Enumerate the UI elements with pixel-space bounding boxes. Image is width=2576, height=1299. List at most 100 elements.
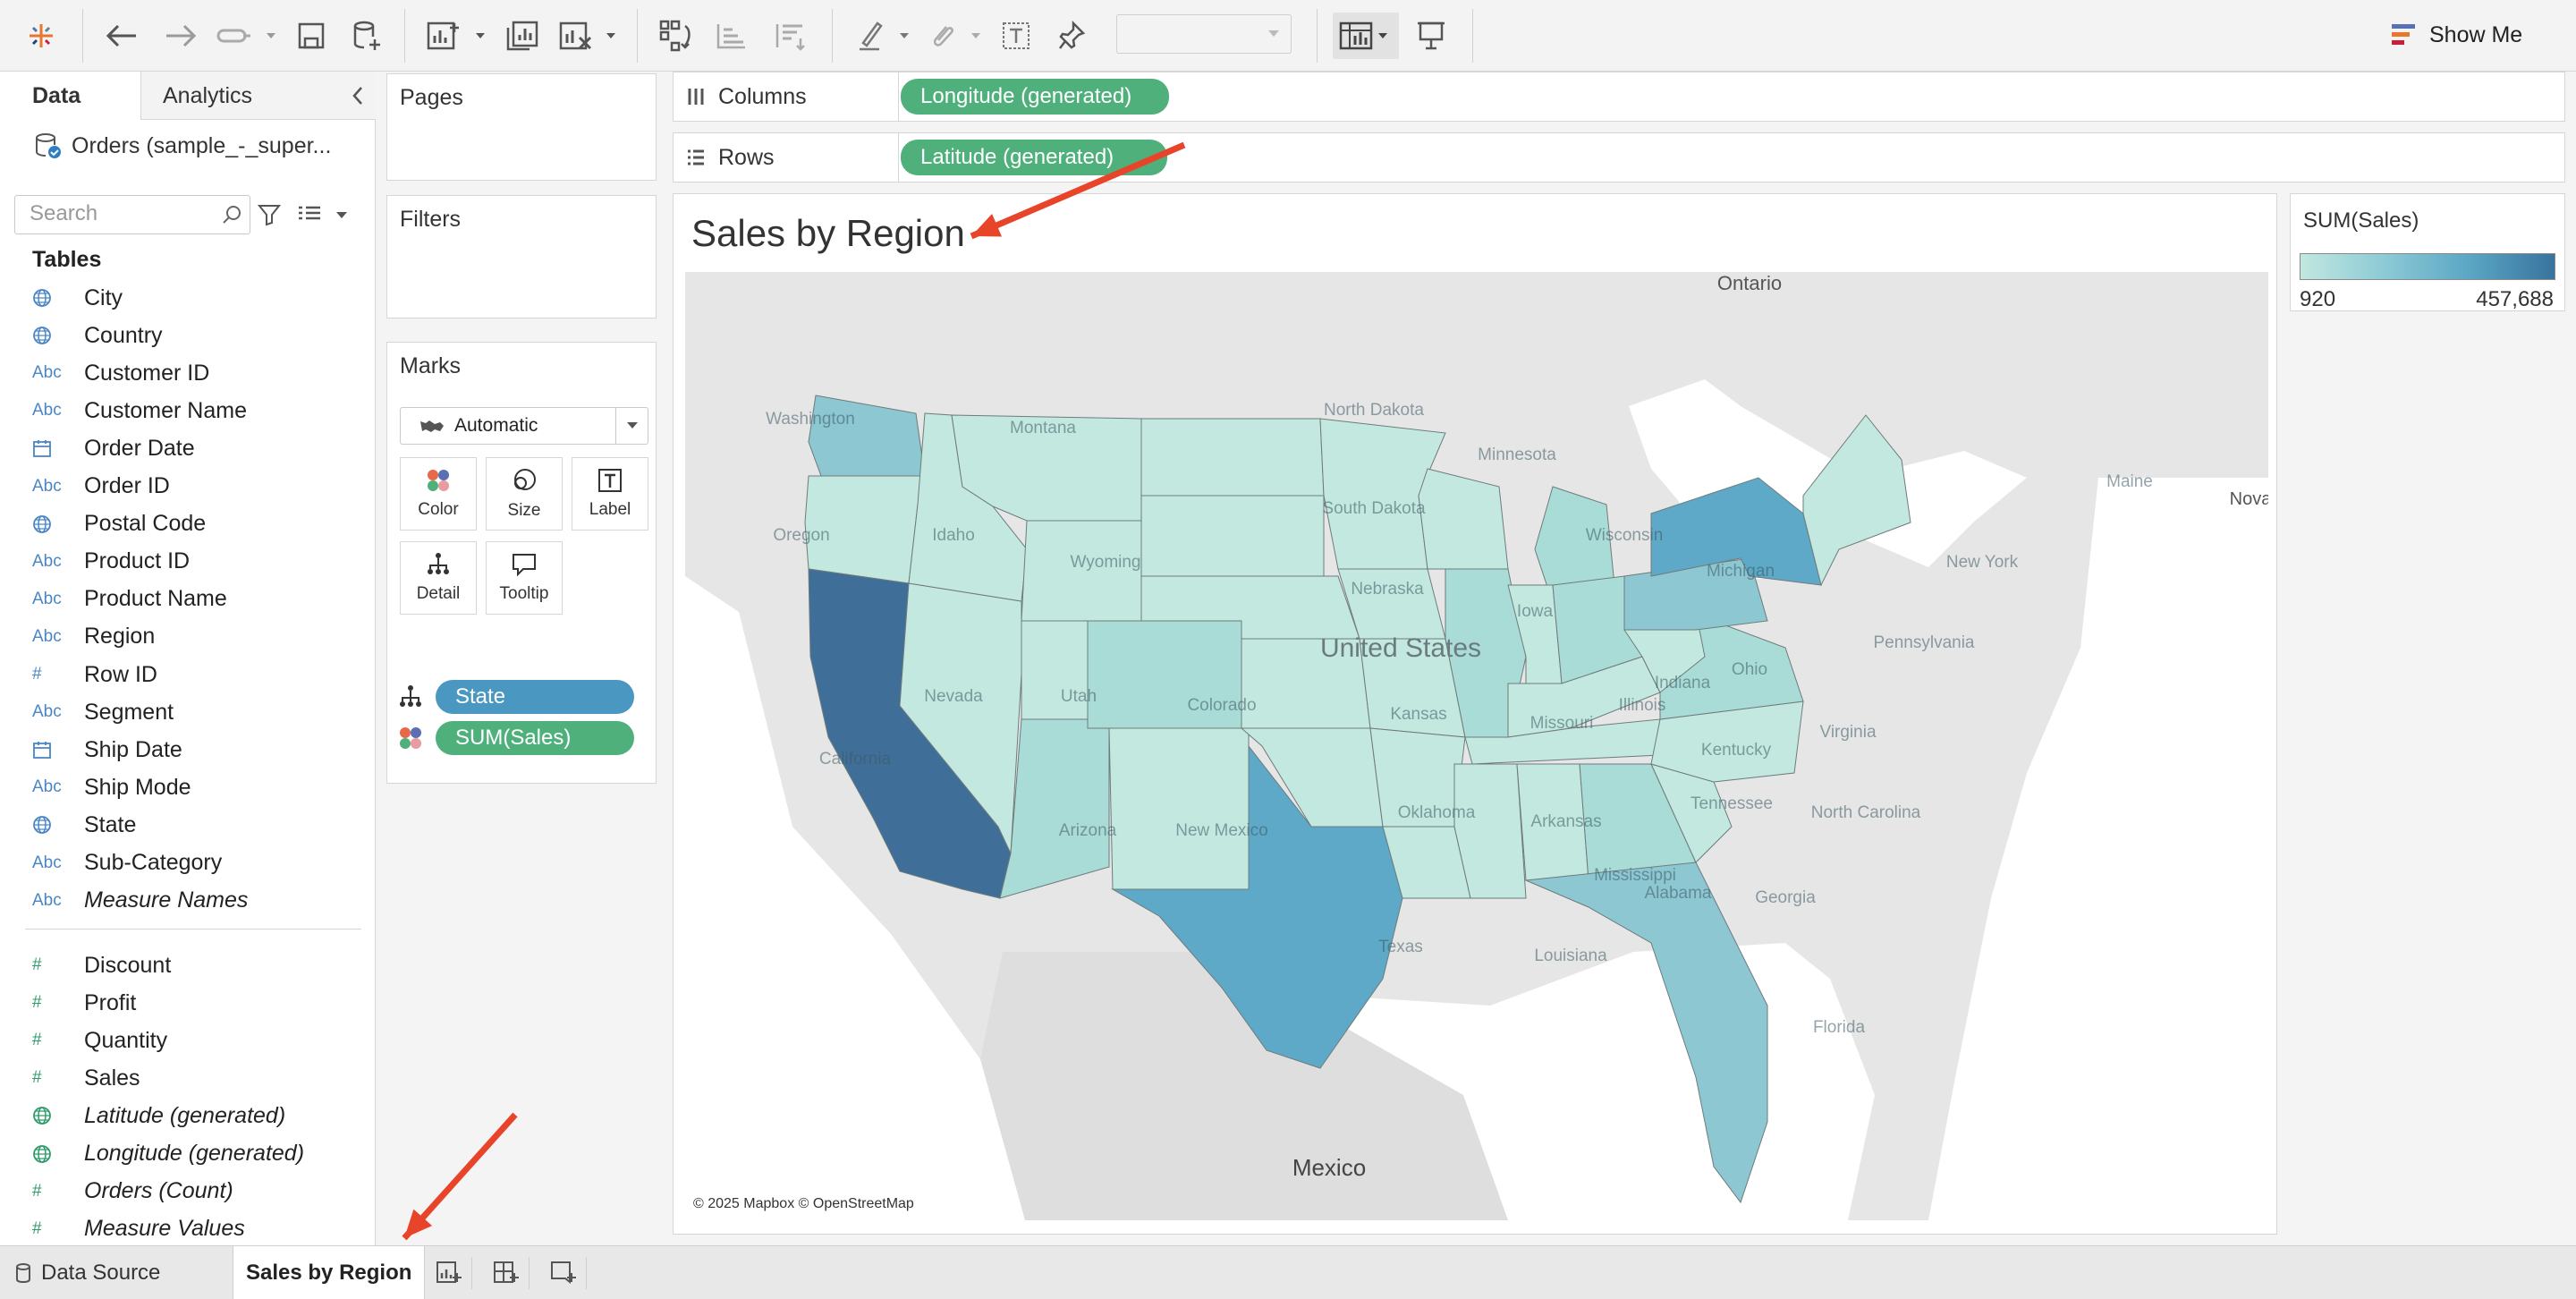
field-item[interactable]: City: [32, 279, 372, 317]
field-item[interactable]: Order Date: [32, 429, 372, 467]
filter-icon[interactable]: [254, 195, 284, 234]
measure-item[interactable]: # Quantity: [32, 1022, 372, 1059]
show-me-icon: [2392, 24, 2415, 45]
measure-item[interactable]: # Orders (Count): [32, 1173, 372, 1210]
new-sheet-icon[interactable]: [424, 13, 463, 59]
fit-dropdown-icon: [1268, 30, 1279, 37]
highlight-dropdown-icon[interactable]: [898, 19, 911, 53]
duplicate-sheet-icon[interactable]: [503, 13, 542, 59]
field-item[interactable]: Abc Product ID: [32, 543, 372, 581]
state-northdakota[interactable]: [1140, 418, 1325, 497]
latitude-pill[interactable]: Latitude (generated): [901, 140, 1167, 175]
mark-type-select[interactable]: Automatic: [400, 407, 648, 445]
data-source-tab[interactable]: Data Source: [14, 1246, 180, 1299]
field-item[interactable]: Abc Sub-Category: [32, 845, 372, 882]
undo-icon[interactable]: [104, 13, 140, 59]
filters-shelf[interactable]: Filters: [386, 195, 657, 318]
field-item[interactable]: Abc Order ID: [32, 468, 372, 505]
number-type-icon: #: [32, 955, 42, 974]
color-legend[interactable]: SUM(Sales) 920 457,688: [2290, 193, 2565, 311]
sheet-tab-sales-by-region[interactable]: Sales by Region: [233, 1246, 426, 1299]
save-icon[interactable]: [293, 13, 329, 59]
new-worksheet-icon[interactable]: [426, 1257, 472, 1289]
collapse-pane-icon[interactable]: [347, 72, 369, 120]
field-item[interactable]: Abc Product Name: [32, 581, 372, 618]
field-item[interactable]: Abc Region: [32, 618, 372, 656]
measure-item[interactable]: Latitude (generated): [32, 1097, 372, 1134]
view-cards-button[interactable]: [1333, 13, 1399, 59]
sheet-title[interactable]: Sales by Region: [691, 212, 965, 255]
redo-dropdown-icon[interactable]: [265, 19, 277, 53]
present-icon[interactable]: [1413, 13, 1449, 59]
sort-ascending-icon[interactable]: [712, 13, 751, 59]
label-button[interactable]: Label: [572, 457, 648, 531]
new-datasource-icon[interactable]: [349, 13, 385, 59]
data-pane: Data Analytics Orders (sample_-_super...…: [0, 72, 376, 1245]
measure-item[interactable]: Longitude (generated): [32, 1135, 372, 1173]
map-label-state: Indiana: [1655, 674, 1711, 692]
redo-all-icon[interactable]: [215, 13, 254, 59]
tableau-logo-icon[interactable]: [23, 13, 59, 59]
field-item[interactable]: Abc Customer Name: [32, 392, 372, 429]
redo-icon[interactable]: [163, 13, 199, 59]
detail-button[interactable]: Detail: [400, 541, 477, 615]
field-item[interactable]: Abc Segment: [32, 693, 372, 731]
map-label-state: Oregon: [773, 526, 829, 545]
tab-data[interactable]: Data: [0, 72, 141, 120]
string-type-icon: Abc: [32, 853, 62, 872]
map-label-state: Nebraska: [1351, 580, 1424, 599]
map-label-state: South Dakota: [1322, 499, 1426, 518]
sales-pill[interactable]: SUM(Sales): [436, 721, 634, 755]
longitude-pill[interactable]: Longitude (generated): [901, 79, 1169, 115]
measure-item[interactable]: # Discount: [32, 947, 372, 984]
show-labels-icon[interactable]: [998, 13, 1034, 59]
swap-rows-columns-icon[interactable]: [657, 13, 696, 59]
state-newmexico[interactable]: [1108, 727, 1250, 890]
measure-item[interactable]: # Sales: [32, 1059, 372, 1097]
rows-shelf[interactable]: Rows Latitude (generated): [673, 132, 2565, 183]
field-item[interactable]: # Row ID: [32, 656, 372, 693]
size-button[interactable]: Size: [486, 457, 563, 531]
search-input[interactable]: Search: [14, 195, 250, 234]
field-item[interactable]: Ship Date: [32, 731, 372, 768]
number-type-icon: #: [32, 1181, 42, 1201]
field-item[interactable]: Abc Ship Mode: [32, 768, 372, 806]
measure-item[interactable]: # Profit: [32, 984, 372, 1022]
measure-item[interactable]: # Measure Values: [32, 1210, 372, 1248]
new-story-icon[interactable]: [540, 1257, 587, 1289]
dimension-measure-divider: [25, 929, 361, 930]
number-type-icon: #: [32, 1031, 42, 1050]
new-sheet-dropdown-icon[interactable]: [474, 19, 487, 53]
clear-sheet-dropdown-icon[interactable]: [605, 19, 617, 53]
field-item[interactable]: Country: [32, 317, 372, 354]
pin-icon[interactable]: [1054, 13, 1089, 59]
view-list-icon[interactable]: [295, 195, 352, 234]
field-item[interactable]: State: [32, 806, 372, 844]
show-me-button[interactable]: Show Me: [2390, 14, 2522, 55]
field-item[interactable]: Postal Code: [32, 505, 372, 543]
map-label-state: North Dakota: [1324, 401, 1424, 420]
globe-icon: [32, 1144, 84, 1164]
legend-gradient: [2300, 253, 2555, 280]
map-label-state: Minnesota: [1478, 446, 1556, 464]
state-southdakota[interactable]: [1140, 495, 1325, 577]
pages-shelf[interactable]: Pages: [386, 73, 657, 181]
sort-descending-icon[interactable]: [771, 13, 810, 59]
map-label-state: Pennsylvania: [1873, 633, 1974, 652]
field-item[interactable]: Abc Customer ID: [32, 354, 372, 392]
new-dashboard-icon[interactable]: [483, 1257, 530, 1289]
group-icon[interactable]: [925, 13, 961, 59]
map-credit[interactable]: © 2025 Mapbox © OpenStreetMap: [693, 1196, 914, 1212]
clear-sheet-icon[interactable]: [556, 13, 596, 59]
state-pill[interactable]: State: [436, 680, 634, 714]
tooltip-button[interactable]: Tooltip: [486, 541, 563, 615]
columns-shelf[interactable]: Columns Longitude (generated): [673, 72, 2565, 122]
map-area[interactable]: Ontario Nova United States Mexico Washington…: [685, 272, 2268, 1220]
fit-select[interactable]: [1116, 14, 1292, 54]
field-item[interactable]: Abc Measure Names: [32, 882, 372, 920]
datasource-item[interactable]: Orders (sample_-_super...: [34, 127, 331, 165]
group-dropdown-icon[interactable]: [970, 19, 982, 53]
tab-analytics[interactable]: Analytics: [163, 72, 252, 120]
highlight-icon[interactable]: [853, 13, 889, 59]
color-button[interactable]: Color: [400, 457, 477, 531]
